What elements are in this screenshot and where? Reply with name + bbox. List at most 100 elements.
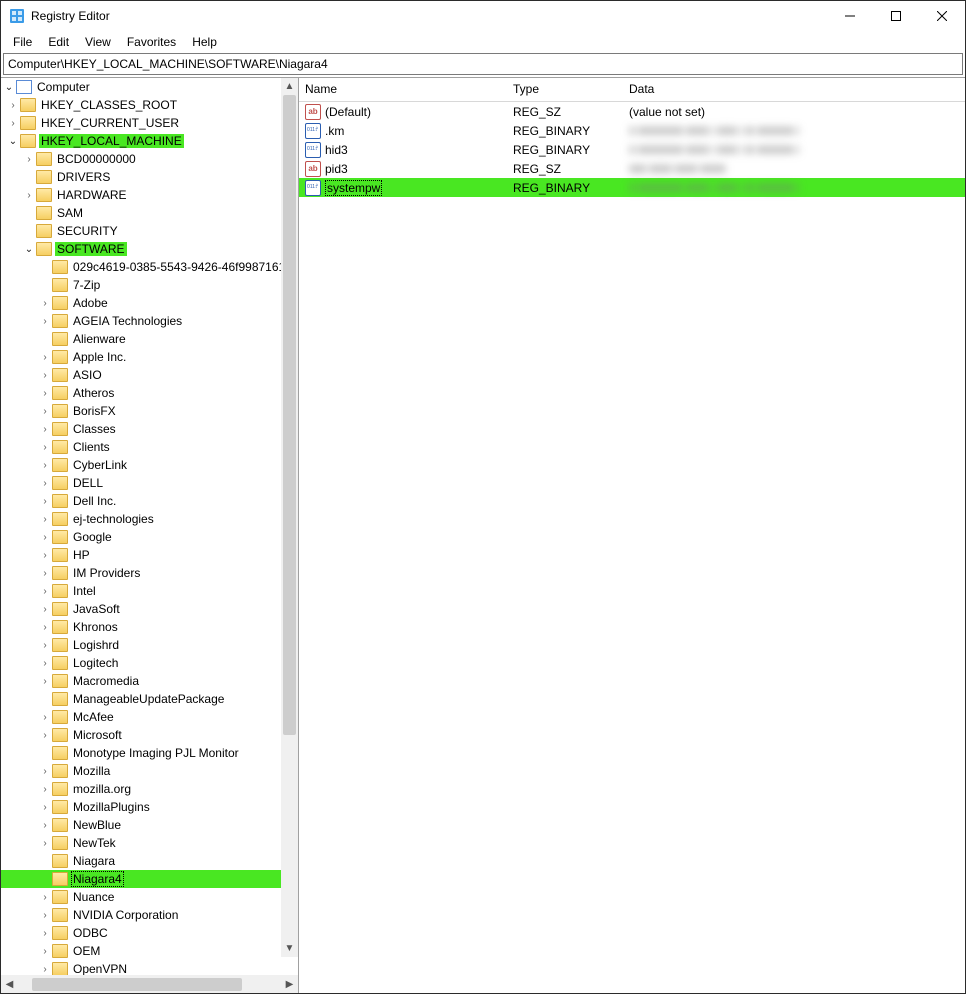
expander-closed-icon[interactable]: › [39, 315, 51, 327]
tree-software-logishrd[interactable]: ›Logishrd [1, 636, 298, 654]
expander-open-icon[interactable]: ⌄ [7, 135, 19, 147]
expander-closed-icon[interactable]: › [39, 783, 51, 795]
menu-favorites[interactable]: Favorites [119, 33, 184, 51]
tree-software-classes[interactable]: ›Classes [1, 420, 298, 438]
tree-hkcu[interactable]: ›HKEY_CURRENT_USER [1, 114, 298, 132]
hscroll-thumb[interactable] [32, 978, 242, 991]
list-body[interactable]: (Default)REG_SZ(value not set).kmREG_BIN… [299, 102, 965, 993]
tree-software-openvpn[interactable]: ›OpenVPN [1, 960, 298, 975]
tree-software-7-zip[interactable]: 7-Zip [1, 276, 298, 294]
tree-software-microsoft[interactable]: ›Microsoft [1, 726, 298, 744]
expander-closed-icon[interactable]: › [39, 657, 51, 669]
expander-closed-icon[interactable]: › [39, 963, 51, 975]
expander-closed-icon[interactable]: › [39, 801, 51, 813]
expander-open-icon[interactable]: ⌄ [23, 243, 35, 255]
tree-software-ageia-technologies[interactable]: ›AGEIA Technologies [1, 312, 298, 330]
tree-software-nvidia-corporation[interactable]: ›NVIDIA Corporation [1, 906, 298, 924]
expander-closed-icon[interactable]: › [39, 549, 51, 561]
tree-software-nuance[interactable]: ›Nuance [1, 888, 298, 906]
tree-software-029c4619-0385-5543-9426-46f9987161d9[interactable]: 029c4619-0385-5543-9426-46f9987161d9 [1, 258, 298, 276]
tree-hardware[interactable]: ›HARDWARE [1, 186, 298, 204]
expander-closed-icon[interactable]: › [39, 711, 51, 723]
value-row[interactable]: pid3REG_SZIIIIII IIIIIIII IIIIIIII IIIII… [299, 159, 965, 178]
tree-software-intel[interactable]: ›Intel [1, 582, 298, 600]
tree-software-hp[interactable]: ›HP [1, 546, 298, 564]
column-name[interactable]: Name [299, 78, 507, 101]
tree-software-javasoft[interactable]: ›JavaSoft [1, 600, 298, 618]
expander-closed-icon[interactable]: › [39, 405, 51, 417]
tree-software-alienware[interactable]: Alienware [1, 330, 298, 348]
value-row[interactable]: systempwREG_BINARYII IIIIIIIIIIIIIIII II… [299, 178, 965, 197]
tree-software-dell-inc-[interactable]: ›Dell Inc. [1, 492, 298, 510]
tree-software-niagara[interactable]: Niagara [1, 852, 298, 870]
tree-software-mozilla[interactable]: ›Mozilla [1, 762, 298, 780]
expander-closed-icon[interactable]: › [39, 621, 51, 633]
expander-closed-icon[interactable]: › [39, 945, 51, 957]
expander-closed-icon[interactable]: › [39, 819, 51, 831]
tree-software-newblue[interactable]: ›NewBlue [1, 816, 298, 834]
minimize-button[interactable] [827, 1, 873, 31]
tree-software-niagara4[interactable]: Niagara4 [1, 870, 298, 888]
expander-closed-icon[interactable]: › [39, 513, 51, 525]
tree-root-computer[interactable]: ⌄Computer [1, 78, 298, 96]
address-bar[interactable]: Computer\HKEY_LOCAL_MACHINE\SOFTWARE\Nia… [3, 53, 963, 75]
scroll-down-icon[interactable]: ▼ [281, 940, 298, 957]
close-button[interactable] [919, 1, 965, 31]
menu-view[interactable]: View [77, 33, 119, 51]
expander-closed-icon[interactable]: › [39, 675, 51, 687]
expander-closed-icon[interactable]: › [39, 441, 51, 453]
tree-software-mcafee[interactable]: ›McAfee [1, 708, 298, 726]
tree-software-cyberlink[interactable]: ›CyberLink [1, 456, 298, 474]
tree-software-macromedia[interactable]: ›Macromedia [1, 672, 298, 690]
expander-closed-icon[interactable]: › [39, 729, 51, 741]
tree-software-newtek[interactable]: ›NewTek [1, 834, 298, 852]
menu-help[interactable]: Help [184, 33, 225, 51]
tree-software-dell[interactable]: ›DELL [1, 474, 298, 492]
tree-software-oem[interactable]: ›OEM [1, 942, 298, 960]
expander-closed-icon[interactable]: › [39, 567, 51, 579]
expander-closed-icon[interactable]: › [39, 495, 51, 507]
tree-software-mozilla-org[interactable]: ›mozilla.org [1, 780, 298, 798]
scroll-left-icon[interactable]: ◀ [1, 976, 18, 993]
tree-software-atheros[interactable]: ›Atheros [1, 384, 298, 402]
expander-closed-icon[interactable]: › [39, 459, 51, 471]
menu-file[interactable]: File [5, 33, 40, 51]
expander-open-icon[interactable]: ⌄ [3, 81, 15, 93]
tree-software-monotype-imaging-pjl-monitor[interactable]: Monotype Imaging PJL Monitor [1, 744, 298, 762]
expander-closed-icon[interactable]: › [39, 423, 51, 435]
expander-closed-icon[interactable]: › [39, 369, 51, 381]
expander-closed-icon[interactable]: › [39, 477, 51, 489]
expander-closed-icon[interactable]: › [39, 837, 51, 849]
tree-software[interactable]: ⌄SOFTWARE [1, 240, 298, 258]
expander-closed-icon[interactable]: › [39, 351, 51, 363]
expander-closed-icon[interactable]: › [39, 585, 51, 597]
expander-closed-icon[interactable]: › [23, 189, 35, 201]
scroll-up-icon[interactable]: ▲ [281, 78, 298, 95]
tree-security[interactable]: SECURITY [1, 222, 298, 240]
tree-hklm[interactable]: ⌄HKEY_LOCAL_MACHINE [1, 132, 298, 150]
expander-closed-icon[interactable]: › [23, 153, 35, 165]
tree-software-odbc[interactable]: ›ODBC [1, 924, 298, 942]
tree-software-clients[interactable]: ›Clients [1, 438, 298, 456]
value-row[interactable]: (Default)REG_SZ(value not set) [299, 102, 965, 121]
value-row[interactable]: hid3REG_BINARYII IIIIIIIIIIIIIIII IIIIII… [299, 140, 965, 159]
tree-software-adobe[interactable]: ›Adobe [1, 294, 298, 312]
expander-closed-icon[interactable]: › [7, 117, 19, 129]
expander-closed-icon[interactable]: › [39, 603, 51, 615]
tree-vertical-scrollbar[interactable]: ▲ ▼ [281, 78, 298, 957]
expander-closed-icon[interactable]: › [39, 639, 51, 651]
tree-software-khronos[interactable]: ›Khronos [1, 618, 298, 636]
column-data[interactable]: Data [623, 78, 965, 101]
expander-closed-icon[interactable]: › [39, 297, 51, 309]
vscroll-thumb[interactable] [283, 95, 296, 735]
tree-software-mozillaplugins[interactable]: ›MozillaPlugins [1, 798, 298, 816]
tree-software-manageableupdatepackage[interactable]: ManageableUpdatePackage [1, 690, 298, 708]
tree[interactable]: ⌄Computer›HKEY_CLASSES_ROOT›HKEY_CURRENT… [1, 78, 298, 975]
maximize-button[interactable] [873, 1, 919, 31]
tree-software-asio[interactable]: ›ASIO [1, 366, 298, 384]
tree-software-im-providers[interactable]: ›IM Providers [1, 564, 298, 582]
tree-software-google[interactable]: ›Google [1, 528, 298, 546]
tree-horizontal-scrollbar[interactable]: ◀ ▶ [1, 975, 298, 993]
tree-bcd[interactable]: ›BCD00000000 [1, 150, 298, 168]
tree-sam[interactable]: SAM [1, 204, 298, 222]
